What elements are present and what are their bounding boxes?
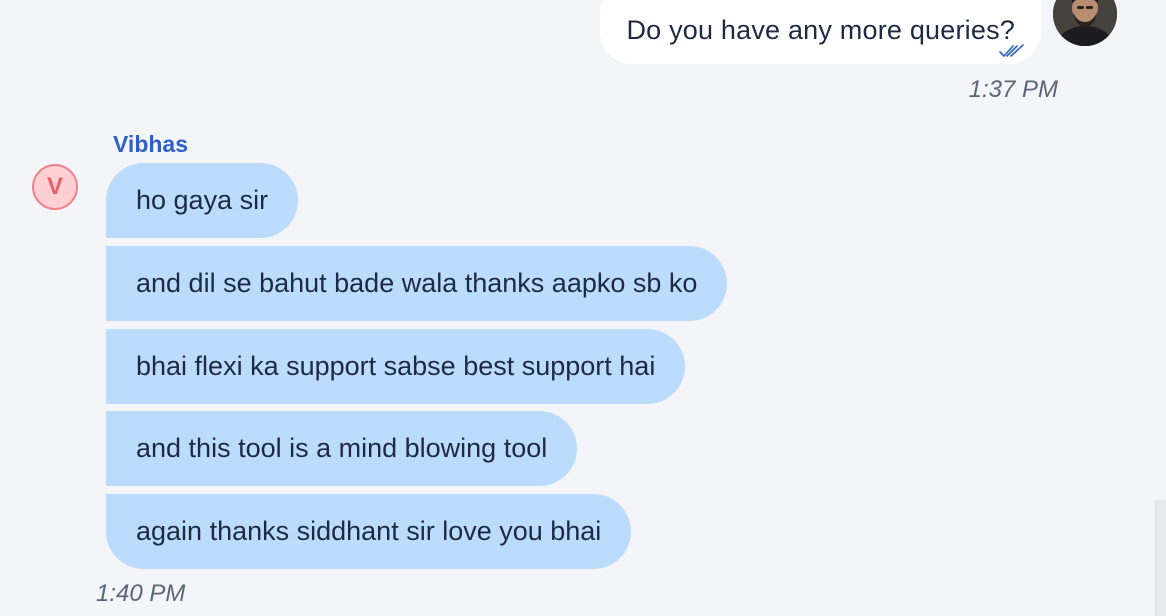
incoming-message[interactable]: and dil se bahut bade wala thanks aapko … <box>106 246 728 321</box>
incoming-message[interactable]: again thanks siddhant sir love you bhai <box>106 494 632 569</box>
outgoing-message-text: Do you have any more queries? <box>626 14 1015 45</box>
outgoing-timestamp: 1:37 PM <box>968 76 1058 103</box>
double-check-icon <box>999 44 1024 57</box>
chat-thread: Do you have any more queries? 1:37 PM Vi… <box>0 0 1166 616</box>
incoming-message[interactable]: and this tool is a mind blowing tool <box>106 411 578 486</box>
sender-name: Vibhas <box>113 131 188 157</box>
scrollbar[interactable] <box>1155 500 1166 616</box>
incoming-message[interactable]: ho gaya sir <box>106 163 299 238</box>
outgoing-message[interactable]: Do you have any more queries? <box>600 0 1041 64</box>
incoming-timestamp: 1:40 PM <box>96 580 186 607</box>
user-avatar[interactable]: V <box>32 164 78 210</box>
incoming-message[interactable]: bhai flexi ka support sabse best support… <box>106 329 686 404</box>
agent-photo <box>1053 0 1117 46</box>
agent-avatar[interactable] <box>1053 0 1117 46</box>
